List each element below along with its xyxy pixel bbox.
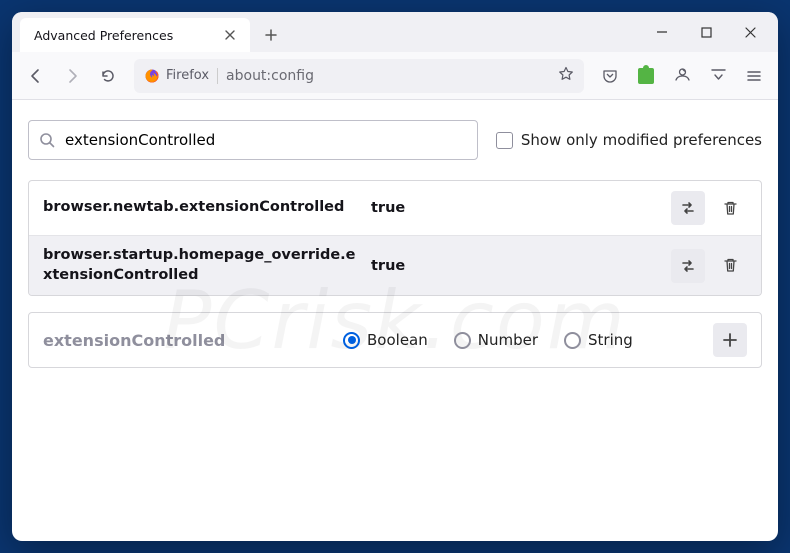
forward-button[interactable] bbox=[56, 60, 88, 92]
close-window-button[interactable] bbox=[728, 12, 772, 52]
reload-button[interactable] bbox=[92, 60, 124, 92]
toggle-icon bbox=[679, 199, 697, 217]
type-radio-group: Boolean Number String bbox=[343, 331, 713, 349]
window-controls bbox=[634, 12, 778, 52]
bookmark-button[interactable] bbox=[558, 66, 574, 86]
maximize-icon bbox=[701, 27, 712, 38]
type-boolean[interactable]: Boolean bbox=[343, 331, 428, 349]
pref-name: browser.startup.homepage_override.extens… bbox=[43, 246, 363, 285]
pref-search-box[interactable] bbox=[28, 120, 478, 160]
reload-icon bbox=[100, 68, 116, 84]
close-tab-button[interactable] bbox=[220, 25, 240, 45]
arrow-right-icon bbox=[64, 68, 80, 84]
new-tab-button[interactable] bbox=[254, 18, 288, 52]
pocket-button[interactable] bbox=[594, 60, 626, 92]
search-icon bbox=[39, 132, 55, 148]
plus-icon bbox=[264, 28, 278, 42]
radio-icon bbox=[343, 332, 360, 349]
pocket-icon bbox=[602, 68, 618, 84]
show-modified-checkbox[interactable]: Show only modified preferences bbox=[496, 131, 762, 149]
toggle-button[interactable] bbox=[671, 249, 705, 283]
star-icon bbox=[558, 66, 574, 82]
minimize-icon bbox=[656, 26, 668, 38]
tab-bar: Advanced Preferences bbox=[12, 12, 778, 52]
extension-button[interactable] bbox=[630, 60, 662, 92]
radio-icon bbox=[564, 332, 581, 349]
app-menu-button[interactable] bbox=[738, 60, 770, 92]
overflow-button[interactable] bbox=[702, 60, 734, 92]
pref-value: true bbox=[363, 200, 671, 216]
checkbox-label: Show only modified preferences bbox=[521, 131, 762, 149]
chevron-down-bar-icon bbox=[710, 67, 727, 84]
browser-window: Advanced Preferences Firefox bbox=[12, 12, 778, 541]
trash-icon bbox=[722, 257, 739, 274]
arrow-left-icon bbox=[28, 68, 44, 84]
plus-icon bbox=[722, 332, 738, 348]
delete-button[interactable] bbox=[713, 249, 747, 283]
content-area: PCrisk.com Show only modified preference… bbox=[12, 100, 778, 541]
delete-button[interactable] bbox=[713, 191, 747, 225]
toggle-icon bbox=[679, 257, 697, 275]
pref-search-input[interactable] bbox=[65, 131, 467, 149]
hamburger-icon bbox=[746, 68, 762, 84]
add-pref-row: extensionControlled Boolean Number Strin… bbox=[29, 313, 761, 367]
account-button[interactable] bbox=[666, 60, 698, 92]
nav-toolbar: Firefox bbox=[12, 52, 778, 100]
identity-label: Firefox bbox=[166, 68, 209, 83]
new-pref-name: extensionControlled bbox=[43, 331, 343, 350]
search-row: Show only modified preferences bbox=[28, 120, 762, 160]
trash-icon bbox=[722, 200, 739, 217]
toggle-button[interactable] bbox=[671, 191, 705, 225]
type-string[interactable]: String bbox=[564, 331, 633, 349]
type-number[interactable]: Number bbox=[454, 331, 538, 349]
pref-row: browser.startup.homepage_override.extens… bbox=[29, 236, 761, 295]
close-icon bbox=[744, 26, 757, 39]
tab-active[interactable]: Advanced Preferences bbox=[20, 18, 250, 52]
maximize-button[interactable] bbox=[684, 12, 728, 52]
close-icon bbox=[224, 29, 236, 41]
tab-title: Advanced Preferences bbox=[34, 28, 173, 43]
radio-icon bbox=[454, 332, 471, 349]
account-icon bbox=[674, 67, 691, 84]
minimize-button[interactable] bbox=[640, 12, 684, 52]
pref-row: browser.newtab.extensionControlled true bbox=[29, 181, 761, 236]
url-bar[interactable]: Firefox bbox=[134, 59, 584, 93]
pref-table: browser.newtab.extensionControlled true … bbox=[28, 180, 762, 296]
url-input[interactable] bbox=[226, 68, 550, 84]
add-pref-table: extensionControlled Boolean Number Strin… bbox=[28, 312, 762, 368]
puzzle-icon bbox=[638, 68, 654, 84]
pref-value: true bbox=[363, 258, 671, 274]
pref-name: browser.newtab.extensionControlled bbox=[43, 198, 363, 218]
firefox-logo-icon bbox=[144, 68, 160, 84]
back-button[interactable] bbox=[20, 60, 52, 92]
add-pref-button[interactable] bbox=[713, 323, 747, 357]
checkbox-icon bbox=[496, 132, 513, 149]
identity-box[interactable]: Firefox bbox=[144, 68, 218, 84]
